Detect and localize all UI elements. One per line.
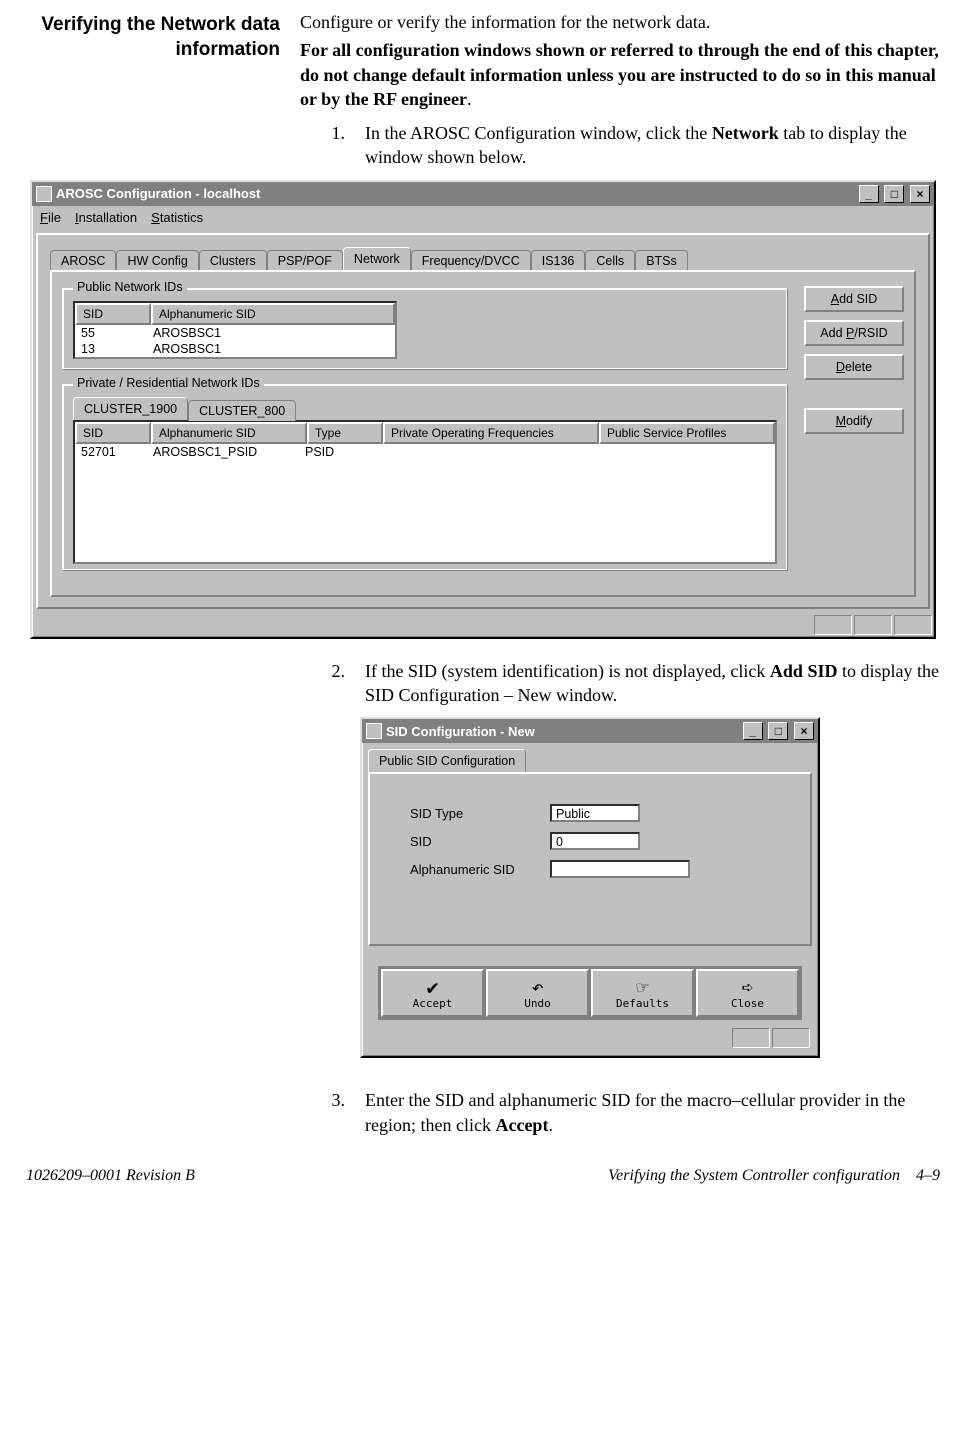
- tab-public-sid-config[interactable]: Public SID Configuration: [368, 749, 526, 772]
- step-2: 2. If the SID (system identification) is…: [320, 659, 946, 708]
- tab-cluster800[interactable]: CLUSTER_800: [188, 400, 296, 421]
- defaults-button[interactable]: ☞ Defaults: [591, 969, 694, 1017]
- undo-button[interactable]: ↶ Undo: [486, 969, 589, 1017]
- window-title: SID Configuration - New: [386, 724, 535, 739]
- private-list[interactable]: SID Alphanumeric SID Type Private Operat…: [73, 420, 777, 564]
- tab-network[interactable]: Network: [343, 247, 411, 270]
- minimize-button[interactable]: _: [859, 185, 879, 203]
- close-button[interactable]: ×: [794, 722, 814, 740]
- group-label: Public Network IDs: [73, 280, 187, 294]
- sid-label: SID: [410, 834, 550, 849]
- col-sid[interactable]: SID: [75, 422, 151, 444]
- alpha-sid-field[interactable]: [550, 860, 690, 878]
- table-row[interactable]: 13 AROSBSC1: [75, 341, 395, 357]
- public-list[interactable]: SID Alphanumeric SID 55 AROSBSC1: [73, 301, 397, 359]
- maximize-button[interactable]: □: [884, 185, 904, 203]
- step-3: 3. Enter the SID and alphanumeric SID fo…: [320, 1088, 946, 1137]
- status-cell: [854, 615, 892, 635]
- col-freq[interactable]: Private Operating Frequencies: [383, 422, 599, 444]
- add-sid-button[interactable]: Add SID: [804, 286, 904, 312]
- modify-button[interactable]: Modify: [804, 408, 904, 434]
- app-icon: [366, 723, 382, 739]
- col-alpha-sid[interactable]: Alphanumeric SID: [151, 303, 395, 325]
- exit-arrow-icon: ➪: [741, 977, 753, 997]
- tab-frequency[interactable]: Frequency/DVCC: [411, 250, 531, 271]
- step-number: 1.: [320, 121, 345, 170]
- group-label: Private / Residential Network IDs: [73, 376, 264, 390]
- arosc-config-window: AROSC Configuration - localhost _ □ × Fi…: [30, 180, 936, 639]
- accept-button[interactable]: ✔ Accept: [381, 969, 484, 1017]
- window-controls: _ □ ×: [741, 722, 814, 740]
- app-icon: [36, 186, 52, 202]
- intro-plain: Configure or verify the information for …: [300, 10, 946, 34]
- status-cell: [732, 1028, 770, 1048]
- add-prsid-button[interactable]: Add P/RSID: [804, 320, 904, 346]
- tab-psppof[interactable]: PSP/POF: [267, 250, 343, 271]
- hand-point-icon: ☞: [636, 977, 648, 997]
- col-profiles[interactable]: Public Service Profiles: [599, 422, 775, 444]
- menubar: File Installation Statistics: [32, 206, 934, 229]
- sid-config-window: SID Configuration - New _ □ × Public SID…: [360, 717, 820, 1058]
- action-toolbar: ✔ Accept ↶ Undo ☞ Defaults ➪ Close: [378, 966, 802, 1020]
- close-button[interactable]: ×: [910, 185, 930, 203]
- menu-statistics[interactable]: Statistics: [151, 210, 203, 225]
- statusbar: [368, 1026, 812, 1050]
- tab-is136[interactable]: IS136: [531, 250, 586, 271]
- table-row[interactable]: 55 AROSBSC1: [75, 325, 395, 341]
- sid-type-field[interactable]: Public: [550, 804, 640, 822]
- sid-type-label: SID Type: [410, 806, 550, 821]
- tab-hwconfig[interactable]: HW Config: [116, 250, 198, 271]
- tab-arosc[interactable]: AROSC: [50, 250, 116, 271]
- status-cell: [772, 1028, 810, 1048]
- step-text: If the SID (system identification) is no…: [365, 659, 946, 708]
- intro-block: Configure or verify the information for …: [300, 10, 946, 111]
- step-number: 3.: [320, 1088, 345, 1137]
- col-alpha-sid[interactable]: Alphanumeric SID: [151, 422, 307, 444]
- footer-right: Verifying the System Controller configur…: [608, 1167, 940, 1185]
- footer-left: 1026209–0001 Revision B: [26, 1167, 195, 1185]
- public-network-group: Public Network IDs SID Alphanumeric SID …: [62, 288, 788, 370]
- window-title: AROSC Configuration - localhost: [56, 186, 260, 201]
- intro-bold: For all configuration windows shown or r…: [300, 40, 939, 109]
- menu-installation[interactable]: Installation: [75, 210, 137, 225]
- step-number: 2.: [320, 659, 345, 708]
- status-cell: [894, 615, 932, 635]
- sid-field[interactable]: 0: [550, 832, 640, 850]
- tab-cells[interactable]: Cells: [585, 250, 635, 271]
- titlebar: SID Configuration - New _ □ ×: [362, 719, 818, 743]
- status-cell: [814, 615, 852, 635]
- alpha-sid-label: Alphanumeric SID: [410, 862, 550, 877]
- statusbar: [32, 613, 934, 637]
- menu-file[interactable]: File: [40, 210, 61, 225]
- step-text: In the AROSC Configuration window, click…: [365, 121, 946, 170]
- window-controls: _ □ ×: [857, 185, 930, 203]
- private-network-group: Private / Residential Network IDs CLUSTE…: [62, 384, 788, 571]
- tab-body-network: Public Network IDs SID Alphanumeric SID …: [50, 270, 916, 597]
- col-type[interactable]: Type: [307, 422, 383, 444]
- maximize-button[interactable]: □: [768, 722, 788, 740]
- minimize-button[interactable]: _: [743, 722, 763, 740]
- delete-button[interactable]: Delete: [804, 354, 904, 380]
- main-tabs: AROSC HW Config Clusters PSP/POF Network…: [50, 247, 916, 270]
- close-action-button[interactable]: ➪ Close: [696, 969, 799, 1017]
- table-row[interactable]: 52701 AROSBSC1_PSID PSID: [75, 444, 775, 460]
- step-text: Enter the SID and alphanumeric SID for t…: [365, 1088, 946, 1137]
- section-heading: Verifying the Network data information: [20, 10, 280, 111]
- titlebar: AROSC Configuration - localhost _ □ ×: [32, 182, 934, 206]
- undo-icon: ↶: [531, 977, 543, 997]
- check-icon: ✔: [426, 977, 438, 997]
- tab-clusters[interactable]: Clusters: [199, 250, 267, 271]
- page-footer: 1026209–0001 Revision B Verifying the Sy…: [20, 1167, 946, 1185]
- col-sid[interactable]: SID: [75, 303, 151, 325]
- tab-btss[interactable]: BTSs: [635, 250, 688, 271]
- step-1: 1. In the AROSC Configuration window, cl…: [320, 121, 946, 170]
- tab-cluster1900[interactable]: CLUSTER_1900: [73, 397, 188, 420]
